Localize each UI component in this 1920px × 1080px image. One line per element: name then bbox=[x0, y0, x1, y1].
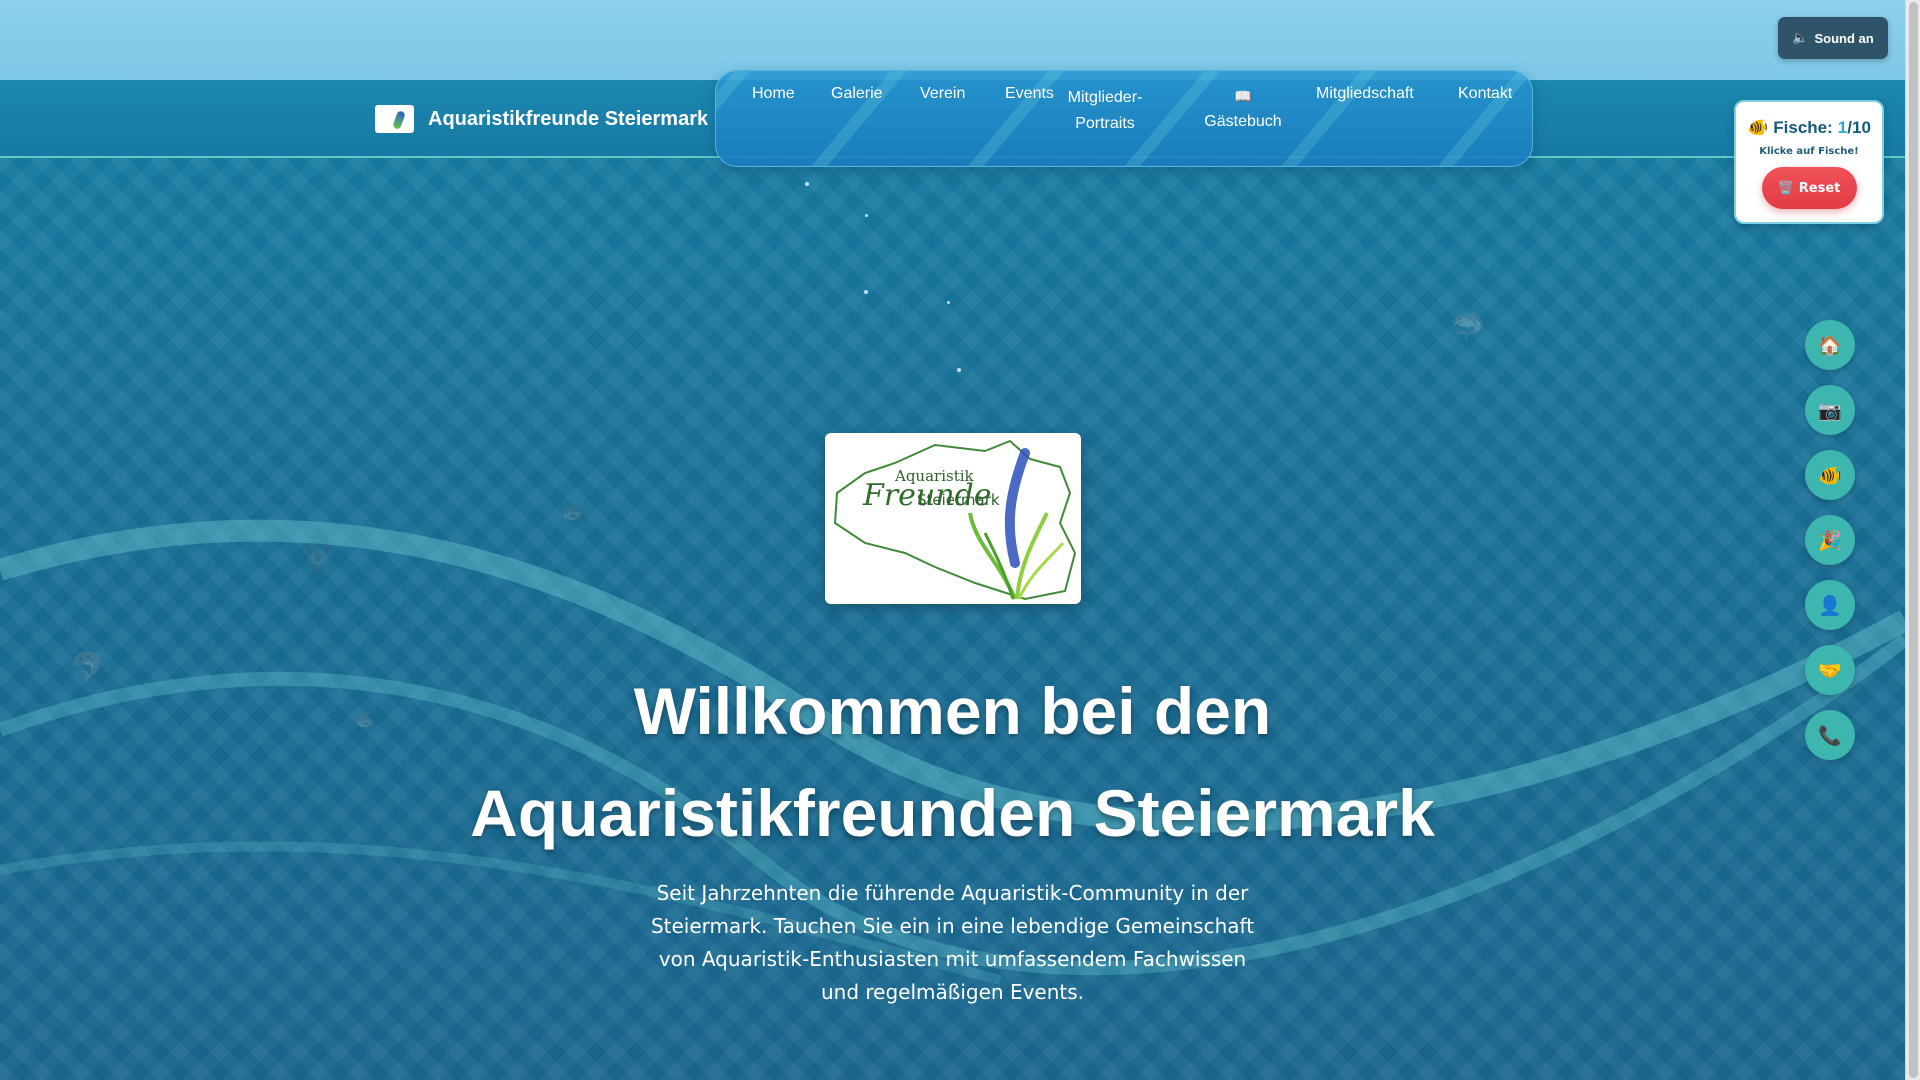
sound-toggle-label: Sound an bbox=[1814, 30, 1874, 46]
scrollbar-thumb[interactable] bbox=[1909, 2, 1918, 1078]
camera-icon: 📷 bbox=[1818, 399, 1842, 422]
bubble bbox=[865, 214, 868, 217]
hero-title-line2: Aquaristikfreunden Steiermark bbox=[470, 776, 1435, 850]
hero-title: Willkommen bei den Aquaristikfreunden St… bbox=[0, 660, 1905, 864]
nav-item-kontakt[interactable]: Kontakt bbox=[1458, 85, 1512, 103]
page-scrollbar[interactable] bbox=[1905, 0, 1920, 1080]
club-logo-graphic: Aquaristik Freunde Steiermark bbox=[833, 439, 1077, 601]
fish-counter-label: Fische: bbox=[1773, 118, 1833, 137]
bubble bbox=[805, 182, 809, 186]
side-nav-gallery-button[interactable]: 📷 bbox=[1805, 385, 1855, 435]
nav-item-label-line2: Portraits bbox=[1075, 115, 1135, 132]
club-logo: Aquaristik Freunde Steiermark bbox=[825, 433, 1081, 604]
nav-item-galerie[interactable]: Galerie bbox=[831, 85, 883, 103]
trash-icon: 🗑️ bbox=[1777, 180, 1794, 196]
brand[interactable]: Aquaristikfreunde Steiermark bbox=[375, 105, 708, 133]
speaker-muted-icon: 🔈 bbox=[1792, 30, 1809, 45]
hero-description: Seit Jahrzehnten die führende Aquaristik… bbox=[650, 881, 1255, 1004]
bubble bbox=[957, 368, 961, 372]
reset-button[interactable]: 🗑️ Reset bbox=[1761, 167, 1857, 209]
bubble bbox=[864, 290, 868, 294]
brand-name: Aquaristikfreunde Steiermark bbox=[428, 107, 709, 130]
nav-item-home[interactable]: Home bbox=[752, 85, 795, 103]
sound-toggle-button[interactable]: 🔈 Sound an bbox=[1778, 17, 1888, 59]
lobster-silhouette-icon: 🦞 bbox=[300, 540, 335, 573]
fish-counter: 🐠 Fische: 1/10 bbox=[1736, 118, 1882, 138]
main-navigation: Home Galerie Verein Events Mitglieder- P… bbox=[715, 70, 1533, 167]
fish-icon: 🐠 bbox=[1747, 118, 1769, 137]
side-nav-portraits-button[interactable]: 👤 bbox=[1805, 580, 1855, 630]
hero-title-line1: Willkommen bei den bbox=[633, 674, 1272, 748]
top-sky-strip bbox=[0, 0, 1905, 80]
side-nav-home-button[interactable]: 🏠 bbox=[1805, 320, 1855, 370]
party-popper-icon: 🎉 bbox=[1818, 529, 1842, 552]
fish-counter-value: 1 bbox=[1837, 118, 1848, 137]
shark-silhouette-icon: 🦈 bbox=[1450, 310, 1485, 343]
fish-counter-total: /10 bbox=[1847, 118, 1871, 137]
nav-item-mitglieder-portraits[interactable]: Mitglieder- Portraits bbox=[1045, 85, 1165, 137]
fish-game-panel: 🐠 Fische: 1/10 Klicke auf Fische! 🗑️ Res… bbox=[1734, 100, 1884, 224]
nav-item-verein[interactable]: Verein bbox=[920, 85, 965, 103]
book-icon: 📖 bbox=[1234, 88, 1252, 104]
fish-icon: 🐠 bbox=[1818, 464, 1842, 487]
bubble bbox=[947, 301, 950, 304]
logo-text-steiermark: Steiermark bbox=[917, 491, 1000, 509]
reset-label: Reset bbox=[1798, 180, 1841, 196]
nav-item-gaestebuch[interactable]: 📖 Gästebuch bbox=[1188, 83, 1298, 135]
person-icon: 👤 bbox=[1818, 594, 1842, 617]
nav-item-label-line1: Mitglieder- bbox=[1067, 89, 1143, 106]
fish-silhouette-icon: 🐟 bbox=[560, 500, 588, 525]
fish-game-hint: Klicke auf Fische! bbox=[1759, 146, 1859, 157]
side-nav-verein-button[interactable]: 🐠 bbox=[1805, 450, 1855, 500]
nav-item-label: Gästebuch bbox=[1204, 113, 1282, 130]
house-icon: 🏠 bbox=[1818, 334, 1842, 357]
nav-item-mitgliedschaft[interactable]: Mitgliedschaft bbox=[1316, 85, 1414, 103]
brand-logo bbox=[375, 105, 414, 133]
side-nav-events-button[interactable]: 🎉 bbox=[1805, 515, 1855, 565]
